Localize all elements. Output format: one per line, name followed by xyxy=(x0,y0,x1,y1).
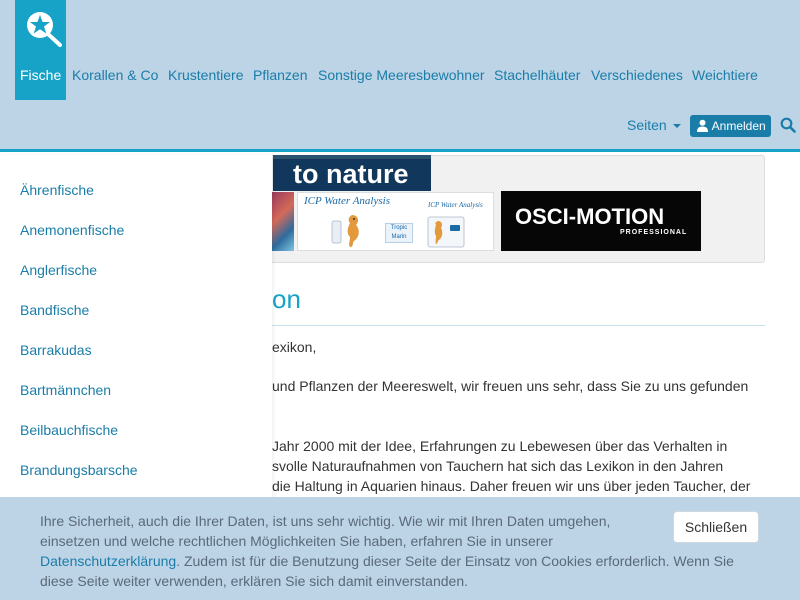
login-button[interactable]: Anmelden xyxy=(690,115,771,137)
cookie-text-line: einsetzen und welche rechtlichen Möglich… xyxy=(40,533,553,549)
ad-icp-brand: Tropic Marin xyxy=(385,223,413,243)
ad-icp-title-small: ICP Water Analysis xyxy=(428,201,483,209)
intro-paragraph-line: und Pflanzen der Meereswelt, wir freuen … xyxy=(272,378,749,394)
star-magnifier-icon xyxy=(27,12,62,47)
sidebar-item-bartmaennchen[interactable]: Bartmännchen xyxy=(20,382,111,398)
cookie-text-line: Ihre Sicherheit, auch die Ihrer Daten, i… xyxy=(40,513,611,529)
seahorse-icon xyxy=(331,215,359,247)
ad-icp-water-analysis[interactable]: ICP Water Analysis ICP Water Analysis Tr… xyxy=(297,192,494,251)
caret-down-icon xyxy=(672,124,681,129)
nav-item-fische[interactable]: Fische xyxy=(20,63,61,88)
ad-icp-title: ICP Water Analysis xyxy=(304,195,390,207)
sidebar-item-aehrenfische[interactable]: Ährenfische xyxy=(20,182,94,198)
fische-category-menu: Ährenfische Anemonenfische Anglerfische … xyxy=(0,155,272,515)
nav-item-pflanzen[interactable]: Pflanzen xyxy=(253,63,307,88)
intro-paragraph-line: die Haltung in Aquarien hinaus. Daher fr… xyxy=(272,478,751,494)
ad-reef-image[interactable] xyxy=(272,192,294,251)
cookie-close-button[interactable]: Schließen xyxy=(673,511,759,543)
nav-item-korallen[interactable]: Korallen & Co xyxy=(72,63,158,88)
ad-icp-brand-text: Tropic Marin xyxy=(390,225,408,240)
ad-closer-to-nature[interactable]: to nature xyxy=(273,155,431,191)
ad-osci-text: OSCI-MOTION xyxy=(515,204,665,229)
sidebar-item-brandungsbarsche[interactable]: Brandungsbarsche xyxy=(20,462,138,478)
site-header: Fische Korallen & Co Krustentiere Pflanz… xyxy=(0,0,800,152)
page-title: on xyxy=(272,284,301,314)
nav-item-stachelhaeuter[interactable]: Stachelhäuter xyxy=(494,63,580,88)
ad-osci-sub: PROFESSIONAL xyxy=(620,229,688,236)
seiten-dropdown[interactable]: Seiten xyxy=(627,113,681,137)
cookie-text-rest: . Zudem ist für die Benutzung dieser Sei… xyxy=(176,553,734,569)
search-icon[interactable] xyxy=(780,117,796,133)
sidebar-item-bandfische[interactable]: Bandfische xyxy=(20,302,89,318)
sidebar-item-anemonenfische[interactable]: Anemonenfische xyxy=(20,222,124,238)
cookie-text-line: diese Seite weiter verwenden, erklären S… xyxy=(40,573,469,589)
sidebar-item-beilbauchfische[interactable]: Beilbauchfische xyxy=(20,422,118,438)
intro-paragraph-line: Jahr 2000 mit der Idee, Erfahrungen zu L… xyxy=(272,438,728,454)
sidebar-item-barrakudas[interactable]: Barrakudas xyxy=(20,342,92,358)
sidebar-item-anglerfische[interactable]: Anglerfische xyxy=(20,262,97,278)
nav-item-sonstige[interactable]: Sonstige Meeresbewohner xyxy=(318,63,485,88)
login-label: Anmelden xyxy=(711,119,766,133)
nav-item-krustentiere[interactable]: Krustentiere xyxy=(168,63,243,88)
ad-nature-text: to nature xyxy=(293,159,409,189)
intro-paragraph-line: exikon, xyxy=(272,339,317,355)
heading-divider xyxy=(250,325,765,326)
nav-item-weichtiere[interactable]: Weichtiere xyxy=(692,63,758,88)
cookie-text-line: Datenschutzerklärung. Zudem ist für die … xyxy=(40,551,734,571)
product-box-icon xyxy=(427,216,465,248)
intro-paragraph-line: svolle Naturaufnahmen von Tauchern hat s… xyxy=(272,458,724,474)
ad-osci-motion[interactable]: OSCI-MOTION PROFESSIONAL xyxy=(501,191,701,251)
user-icon xyxy=(697,119,708,132)
privacy-policy-link[interactable]: Datenschutzerklärung xyxy=(40,553,176,569)
nav-item-verschiedenes[interactable]: Verschiedenes xyxy=(591,63,683,88)
seiten-label: Seiten xyxy=(627,117,667,133)
